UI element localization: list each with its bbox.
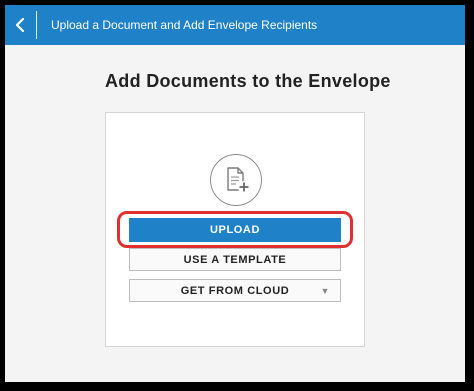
header-title: Upload a Document and Add Envelope Recip… xyxy=(51,18,318,32)
page-title: Add Documents to the Envelope xyxy=(105,71,391,91)
dropdown-caret-icon: ▼ xyxy=(320,286,330,296)
header-divider xyxy=(36,11,37,39)
use-template-button[interactable]: USE A TEMPLATE xyxy=(129,248,341,271)
screenshot-frame: Upload a Document and Add Envelope Recip… xyxy=(0,0,474,391)
add-document-icon[interactable] xyxy=(210,154,262,206)
header-bar: Upload a Document and Add Envelope Recip… xyxy=(5,5,465,45)
add-documents-card: UPLOAD USE A TEMPLATE GET FROM CLOUD ▼ xyxy=(105,112,365,347)
chevron-left-icon xyxy=(15,17,25,33)
get-from-cloud-button[interactable]: GET FROM CLOUD ▼ xyxy=(129,279,341,302)
back-button[interactable] xyxy=(5,5,35,45)
upload-highlight-annotation xyxy=(117,211,353,248)
get-from-cloud-label: GET FROM CLOUD xyxy=(180,284,290,297)
